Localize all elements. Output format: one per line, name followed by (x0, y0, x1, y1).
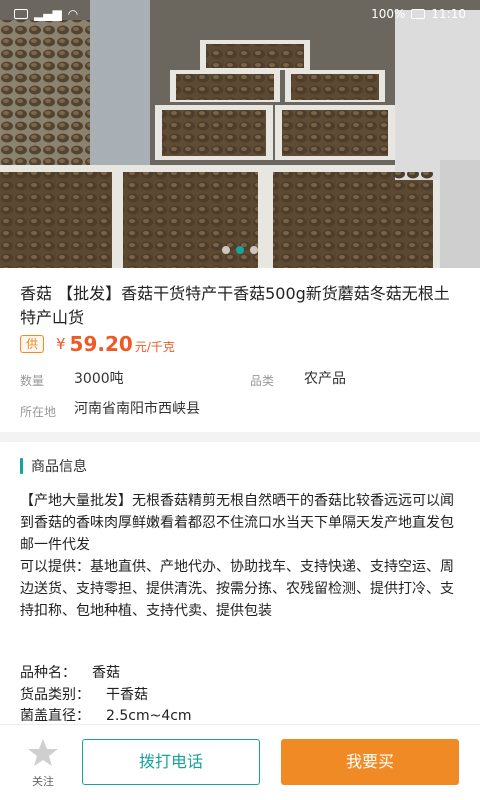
location-label: 所在地 (20, 405, 57, 419)
spec-value: 干香菇 (106, 687, 148, 703)
quantity-value: 3000吨 (74, 371, 124, 387)
carousel-dot-active[interactable] (236, 246, 244, 254)
signal-icon: ▂▄▆ (34, 7, 62, 21)
favorite-label: 关注 (32, 775, 54, 788)
clock: 11:10 (431, 7, 466, 21)
spec-row: 货品类别： 干香菇 (20, 684, 148, 704)
notification-icon (14, 9, 28, 19)
section-title: 商品信息 (31, 459, 87, 475)
status-left: ▂▄▆ ◠ (14, 7, 78, 21)
call-button[interactable]: 拨打电话 (82, 739, 260, 785)
battery-text: 100% (371, 7, 406, 21)
product-photo (0, 0, 480, 268)
buy-button[interactable]: 我要买 (281, 739, 459, 785)
product-title: 香菇 【批发】香菇干货特产干香菇500g新货蘑菇冬菇无根土特产山货 (20, 284, 450, 327)
description-paragraph: 【产地大量批发】无根香菇精剪无根自然晒干的香菇比较香远远可以闻到香菇的香味肉厚鲜… (20, 493, 454, 553)
spec-label: 货品类别： (20, 687, 90, 703)
wifi-icon: ◠ (67, 7, 79, 21)
product-description: 【产地大量批发】无根香菇精剪无根自然晒干的香菇比较香远远可以闻到香菇的香味肉厚鲜… (20, 490, 462, 622)
spec-label: 品种名： (20, 665, 76, 681)
quantity-label: 数量 (20, 374, 45, 388)
product-image-carousel[interactable] (0, 0, 480, 268)
category-label: 品类 (250, 374, 275, 388)
section-accent-bar (20, 458, 23, 474)
price-row: 供 ¥ 59.20 元/千克 (20, 332, 175, 356)
carousel-dot[interactable] (250, 246, 258, 254)
supply-badge: 供 (20, 335, 44, 353)
favorite-button[interactable]: 关注 (20, 737, 66, 789)
section-header: 商品信息 (20, 456, 87, 476)
spec-row: 品种名： 香菇 (20, 662, 120, 682)
section-divider (0, 432, 480, 442)
price-currency: ¥ (56, 335, 66, 353)
bottom-action-bar: 关注 拨打电话 我要买 (0, 724, 480, 800)
price-value: 59.20 (69, 332, 133, 356)
battery-icon (411, 9, 426, 19)
spec-label: 菌盖直径： (20, 708, 90, 724)
status-right: 100% 11:10 (371, 7, 466, 21)
carousel-indicator (0, 246, 480, 254)
price-unit: 元/千克 (134, 339, 175, 354)
spec-value: 香菇 (92, 665, 120, 681)
description-paragraph: 可以提供：基地直供、产地代办、协助找车、支持快递、支持空运、周边送货、支持零担、… (20, 559, 454, 619)
spec-value: 2.5cm~4cm (106, 708, 192, 724)
category-value: 农产品 (304, 371, 346, 387)
star-icon (28, 739, 58, 766)
spec-row: 菌盖直径： 2.5cm~4cm (20, 705, 192, 725)
location-value: 河南省南阳市西峡县 (74, 401, 200, 417)
status-bar: ▂▄▆ ◠ 100% 11:10 (0, 0, 480, 28)
carousel-dot[interactable] (222, 246, 230, 254)
